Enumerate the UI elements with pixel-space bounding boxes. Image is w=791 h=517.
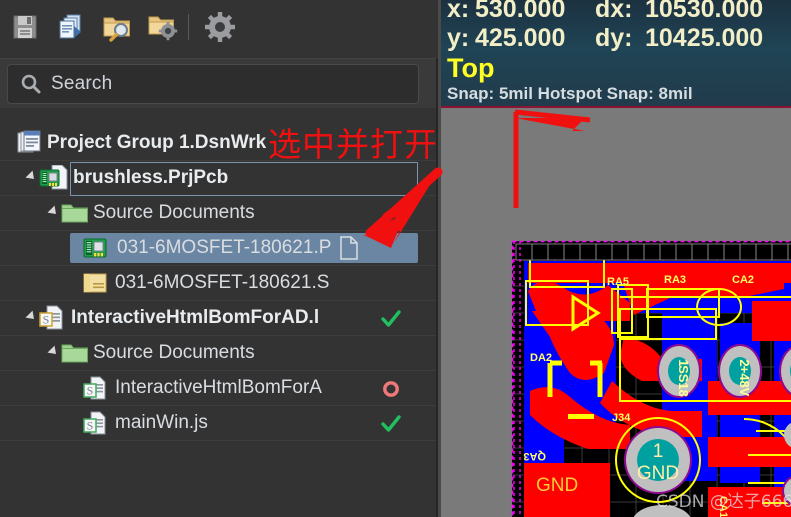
schematic-document-icon xyxy=(83,271,111,295)
hud-x-label: x: xyxy=(447,0,470,23)
pcb-editor-panel: x: 530.000 dx: 10530.000 y: 425.000 dy: … xyxy=(441,0,791,517)
projects-panel: Search Project Group 1.DsnWrk brushless.… xyxy=(0,0,440,517)
search-placeholder: Search xyxy=(51,72,113,94)
svg-text:S: S xyxy=(43,313,50,327)
tree-row-label: 031-6MOSFET-180621.S xyxy=(115,272,330,293)
copper-net-label: GND xyxy=(536,475,578,496)
watermark: CSDN @达子666 xyxy=(656,492,791,512)
hud-dy-value: 10425.000 xyxy=(645,24,764,52)
tree-row-source-documents-2[interactable]: Source Documents xyxy=(0,336,440,371)
expand-collapse-arrow[interactable] xyxy=(46,196,61,231)
save-all-button[interactable] xyxy=(50,6,92,48)
tree-row-label: 031-6MOSFET-180621.P xyxy=(117,237,332,258)
expand-collapse-arrow[interactable] xyxy=(46,336,61,371)
pcb-canvas[interactable]: RA5 RA3 CA2 DA2 J34 QA3 CA1 1 SS18 2 +48… xyxy=(441,108,791,517)
hud-dx-value: 10530.000 xyxy=(645,0,764,23)
designator-RA3: RA3 xyxy=(664,274,686,286)
hud-y-row: y: 425.000 dy: 10425.000 xyxy=(447,24,785,53)
pcb-artwork: RA5 RA3 CA2 DA2 J34 QA3 CA1 1 SS18 2 +48… xyxy=(441,108,791,517)
tree-row-interactive-html-bom-script[interactable]: S InteractiveHtmlBomForA xyxy=(0,371,440,406)
pad-net-48V: +48V xyxy=(737,366,752,397)
projects-toolbar xyxy=(0,0,440,53)
folder-gear-icon xyxy=(148,16,178,40)
tree-arrow-placeholder xyxy=(68,371,83,406)
tree-arrow-placeholder xyxy=(68,231,83,266)
pad-net-SS18: SS18 xyxy=(676,365,691,397)
tree-row-mainwin-js[interactable]: S mainWin.js xyxy=(0,406,440,441)
expand-collapse-arrow[interactable] xyxy=(24,161,39,196)
designator-DA2: DA2 xyxy=(530,352,552,364)
tree-arrow-placeholder xyxy=(2,126,17,161)
page-icon xyxy=(339,236,359,260)
tree-row-label: Source Documents xyxy=(93,342,255,363)
settings-button[interactable] xyxy=(199,6,241,48)
tree-row-label: Project Group 1.DsnWrk xyxy=(47,132,267,153)
script-project-icon: S xyxy=(39,305,67,331)
documents-copy-icon xyxy=(59,14,81,38)
gear-icon xyxy=(205,11,235,42)
coordinate-hud: x: 530.000 dx: 10530.000 y: 425.000 dy: … xyxy=(441,0,791,107)
search-icon xyxy=(20,73,41,94)
hud-x-value: 530.000 xyxy=(475,0,566,23)
designator-J34: J34 xyxy=(612,412,631,424)
tree-row-source-documents-1[interactable]: Source Documents xyxy=(0,196,440,231)
search-bar: Search xyxy=(0,58,440,109)
gnd-pad-net: GND xyxy=(637,463,679,484)
project-group-icon xyxy=(17,130,43,156)
application-window: Search Project Group 1.DsnWrk brushless.… xyxy=(0,0,791,517)
script-document-icon: S xyxy=(83,375,111,401)
folder-search-icon xyxy=(103,17,130,42)
tree-arrow-placeholder xyxy=(68,266,83,301)
svg-text:S: S xyxy=(87,384,94,398)
svg-text:S: S xyxy=(87,419,94,433)
tree-row-label: mainWin.js xyxy=(115,412,208,433)
tree-row-label: InteractiveHtmlBomForAD.l xyxy=(71,307,320,328)
hud-snap-settings: Snap: 5mil Hotspot Snap: 8mil xyxy=(447,84,693,103)
pcb-document-icon xyxy=(83,235,113,261)
tree-row-label: InteractiveHtmlBomForA xyxy=(115,377,322,398)
project-options-button[interactable] xyxy=(142,6,184,48)
toolbar-separator xyxy=(188,13,189,40)
tree-row-label: brushless.PrjPcb xyxy=(73,167,229,188)
browse-project-button[interactable] xyxy=(96,6,138,48)
tree-row-label: Source Documents xyxy=(93,202,255,223)
hud-dx-label: dx: xyxy=(595,0,633,23)
expand-collapse-arrow[interactable] xyxy=(24,301,39,336)
search-input[interactable]: Search xyxy=(7,63,419,104)
tree-row-sch-doc[interactable]: 031-6MOSFET-180621.S xyxy=(0,266,440,301)
hud-active-layer: Top xyxy=(447,53,495,83)
hud-y-value: 425.000 xyxy=(475,24,566,52)
hud-y-label: y: xyxy=(447,24,470,52)
tree-row-brushless-prjpcb[interactable]: brushless.PrjPcb xyxy=(0,161,440,196)
designator-CA2: CA2 xyxy=(732,274,754,286)
folder-icon xyxy=(61,201,89,225)
designator-QA3: QA3 xyxy=(523,450,546,462)
hud-dy-label: dy: xyxy=(595,24,633,52)
floppy-disk-icon xyxy=(13,15,37,38)
gnd-pad-number: 1 xyxy=(653,441,664,462)
tree-row-pcb-doc[interactable]: 031-6MOSFET-180621.P xyxy=(0,231,440,266)
designator-RA5: RA5 xyxy=(607,276,629,288)
pcb-project-icon xyxy=(39,165,69,191)
save-button[interactable] xyxy=(4,6,46,48)
tree-arrow-placeholder xyxy=(68,406,83,441)
tree-row-interactive-html-bom-project[interactable]: S InteractiveHtmlBomForAD.l xyxy=(0,301,440,336)
folder-icon xyxy=(61,341,89,365)
project-tree[interactable]: Project Group 1.DsnWrk brushless.PrjPcb … xyxy=(0,108,440,517)
annotation-text: 选中并打开 xyxy=(268,125,438,164)
hud-x-row: x: 530.000 dx: 10530.000 xyxy=(447,0,785,24)
script-document-icon: S xyxy=(83,410,111,436)
